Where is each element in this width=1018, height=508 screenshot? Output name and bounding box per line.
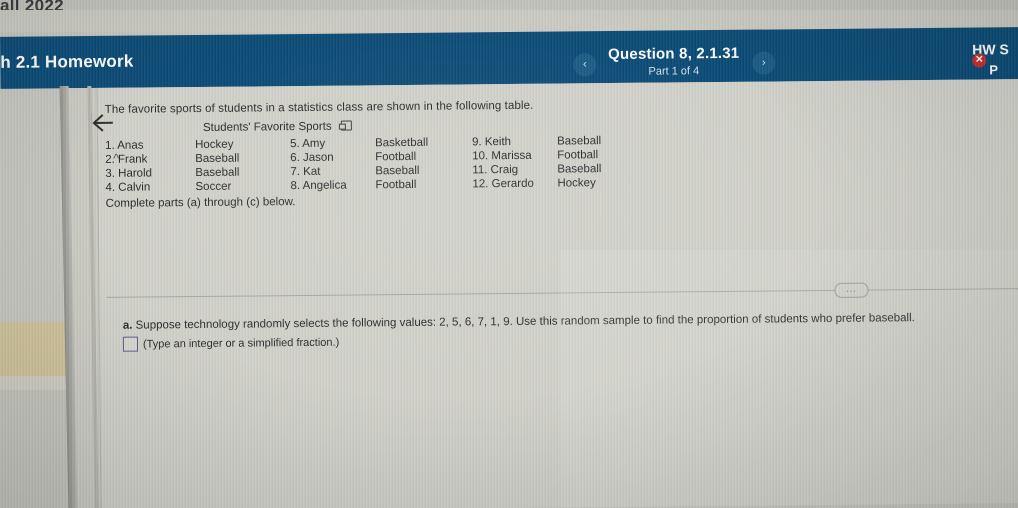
table-cell: Baseball (195, 166, 240, 180)
monitor-photo: all 2022 h 2.1 Homework ‹ Question 8, 2.… (0, 0, 1018, 508)
question-title: Question 8, 2.1.31 (608, 44, 740, 64)
question-header: Question 8, 2.1.31 Part 1 of 4 (566, 34, 781, 78)
environment-top-strip (0, 0, 1018, 10)
table-cell: 2. Frank (105, 153, 148, 166)
table-cell: 1. Anas (105, 139, 144, 152)
points-label: P (989, 62, 999, 78)
answer-hint: (Type an integer or a simplified fractio… (142, 336, 340, 351)
table-cell: 7. Kat (290, 165, 321, 179)
table-cell: Football (375, 178, 417, 192)
table-cell: 9. Keith (472, 135, 512, 149)
table-cell: Baseball (195, 152, 240, 166)
divider-line (106, 288, 1018, 298)
more-options-button[interactable]: ... (834, 282, 869, 298)
screen-area: h 2.1 Homework ‹ Question 8, 2.1.31 Part… (0, 27, 1018, 508)
table-cell: Baseball (557, 163, 602, 176)
next-question-button[interactable]: › (752, 51, 776, 75)
table-cell: 11. Craig (472, 163, 519, 177)
section-divider: ... (106, 281, 1018, 304)
question-part-label: Part 1 of 4 (648, 65, 700, 78)
error-icon: ✕ (972, 53, 987, 68)
question-intro-text: The favorite sports of students in a sta… (104, 99, 534, 116)
table-cell: 3. Harold (105, 167, 153, 180)
table-cell: Basketball (375, 136, 429, 150)
part-a-marker: a. (122, 319, 133, 332)
part-a-text: a. Suppose technology randomly selects t… (122, 311, 1003, 332)
table-title-row: Students' Favorite Sports (105, 119, 450, 135)
answer-input[interactable] (122, 336, 139, 352)
table-cell: 5. Amy (290, 137, 326, 151)
popout-table-icon[interactable] (340, 120, 352, 131)
favorite-sports-table: 1. Anas Hockey 5. Amy Basketball 9. Keith Bas… (105, 134, 638, 195)
answer-row: (Type an integer or a simplified fractio… (122, 335, 340, 352)
question-content-panel: ^ The favorite sports of students in a s… (64, 79, 1018, 508)
table-cell: 8. Angelica (290, 179, 347, 193)
table-cell: Hockey (195, 138, 234, 152)
table-cell: Baseball (375, 164, 420, 178)
table-cell: 12. Gerardo (472, 177, 534, 191)
table-cell: Hockey (557, 177, 596, 190)
table-cell: Football (375, 150, 417, 164)
table-cell: Baseball (556, 135, 602, 148)
table-cell: Soccer (195, 180, 232, 194)
table-cell: Football (557, 149, 599, 162)
question-body: The favorite sports of students in a sta… (105, 95, 1006, 210)
part-a-body: Suppose technology randomly selects the … (135, 312, 915, 332)
homework-title: h 2.1 Homework (0, 51, 134, 72)
table-cell: 10. Marissa (472, 149, 532, 163)
table-cell: 6. Jason (290, 151, 334, 165)
table-cell: 4. Calvin (105, 181, 151, 194)
table-title: Students' Favorite Sports (202, 120, 332, 134)
